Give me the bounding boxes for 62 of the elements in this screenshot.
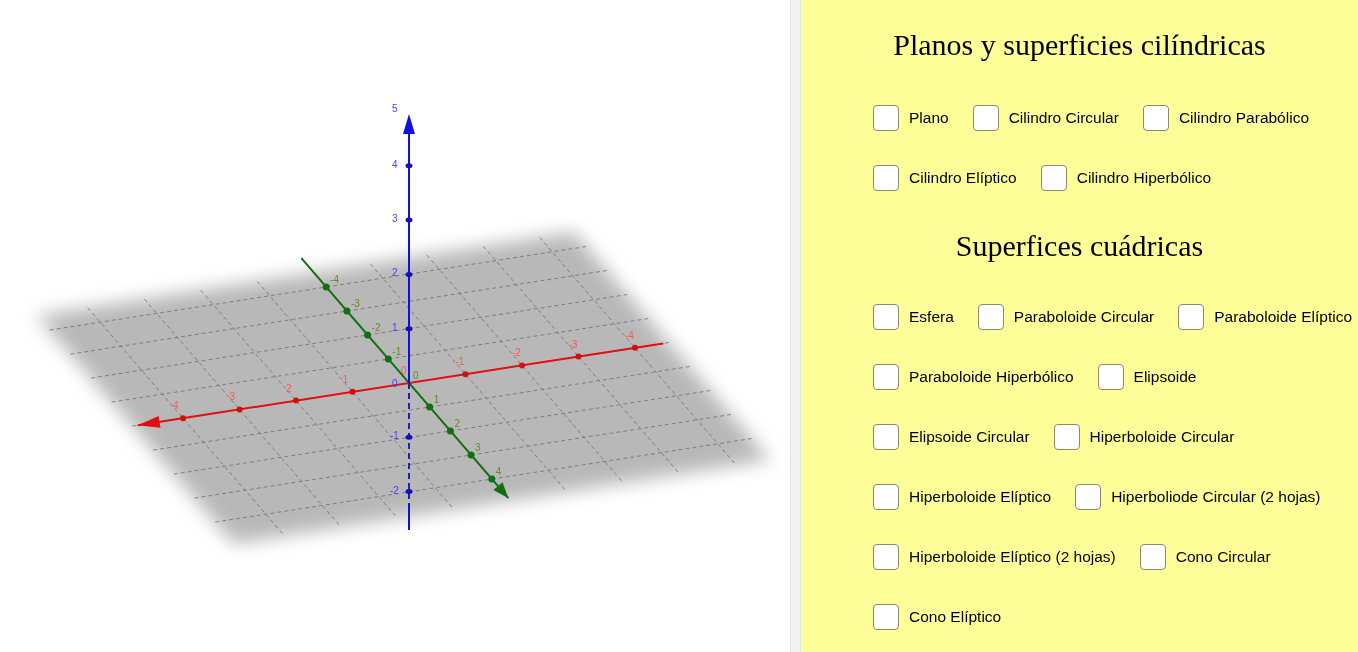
axis-label: 0 <box>401 365 407 376</box>
checkbox[interactable] <box>873 484 899 510</box>
checkbox[interactable] <box>873 544 899 570</box>
checkbox-label[interactable]: Esfera <box>909 308 954 326</box>
axis-label: -2 <box>390 484 399 496</box>
checkbox-label[interactable]: Elipsoide Circular <box>909 428 1030 446</box>
checkbox[interactable] <box>1097 364 1124 390</box>
checkbox[interactable] <box>1053 424 1080 450</box>
axis-label: -1 <box>392 346 402 357</box>
checkbox-label[interactable]: Cilindro Elíptico <box>909 169 1017 187</box>
axis-label: 4 <box>392 158 398 170</box>
axis-label: -2 <box>371 322 381 333</box>
section-title: Superfices cuádricas <box>954 228 1205 264</box>
checkbox[interactable] <box>977 304 1004 330</box>
axis-label: -3 <box>568 338 578 350</box>
checkbox-label[interactable]: Elipsoide <box>1133 368 1197 386</box>
axis-label: 1 <box>392 321 398 333</box>
checkbox-label[interactable]: Hiperboliode Circular (2 hojas) <box>1111 488 1321 506</box>
checkbox[interactable] <box>873 604 899 630</box>
axis-label: -4 <box>330 274 340 285</box>
axis-label: 0 <box>413 370 419 381</box>
checkbox-label[interactable]: Paraboloide Elíptico <box>1214 308 1353 326</box>
checkbox[interactable] <box>873 364 899 390</box>
checkbox-label[interactable]: Paraboloide Hiperbólico <box>909 368 1074 386</box>
checkbox-label[interactable]: Cilindro Hiperbólico <box>1076 169 1212 187</box>
axis-label: 5 <box>392 102 398 114</box>
checkbox[interactable] <box>1178 304 1205 330</box>
checkbox-label[interactable]: Hiperboloide Elíptico <box>909 488 1052 506</box>
checkbox-label[interactable]: Paraboloide Circular <box>1013 308 1155 326</box>
axis-label: 4 <box>173 400 179 412</box>
section-title: Planos y superficies cilíndricas <box>892 27 1267 63</box>
checkbox-label[interactable]: Hiperboloide Circular <box>1089 428 1235 446</box>
axis-label: -1 <box>455 356 465 368</box>
axis-label: 2 <box>454 418 460 429</box>
checkbox[interactable] <box>873 165 899 191</box>
axis-label: 0 <box>392 378 398 389</box>
checkbox-label[interactable]: Plano <box>909 109 949 127</box>
axis-label: 3 <box>229 391 236 403</box>
axis-label: 3 <box>392 213 398 225</box>
axis-label: -3 <box>350 298 360 309</box>
checkbox[interactable] <box>1142 105 1169 131</box>
checkbox[interactable] <box>1040 165 1067 191</box>
axis-label: -1 <box>390 430 399 442</box>
checkbox[interactable] <box>873 105 899 131</box>
checkbox-label[interactable]: Hiperboloide Elíptico (2 hojas) <box>909 548 1116 566</box>
checkbox-label[interactable]: Cilindro Circular <box>1008 109 1119 127</box>
checkbox-label[interactable]: Cono Circular <box>1175 548 1271 566</box>
checkbox[interactable] <box>1075 484 1102 510</box>
axis-label: 4 <box>495 466 502 477</box>
checkbox-label[interactable]: Cono Elíptico <box>909 608 1002 626</box>
checkbox[interactable] <box>1139 544 1166 570</box>
axis-label: -4 <box>625 329 634 341</box>
axis-label: 2 <box>286 382 292 394</box>
axis-label: 1 <box>433 394 440 405</box>
axis-label: 2 <box>392 267 398 279</box>
checkbox[interactable] <box>972 105 999 131</box>
checkbox[interactable] <box>873 304 899 330</box>
axis-label: 3 <box>475 442 481 453</box>
checkbox[interactable] <box>873 424 899 450</box>
checkbox-label[interactable]: Cilindro Parabólico <box>1178 109 1309 127</box>
axis-label: -2 <box>512 347 521 359</box>
axis-label: 1 <box>342 373 349 385</box>
